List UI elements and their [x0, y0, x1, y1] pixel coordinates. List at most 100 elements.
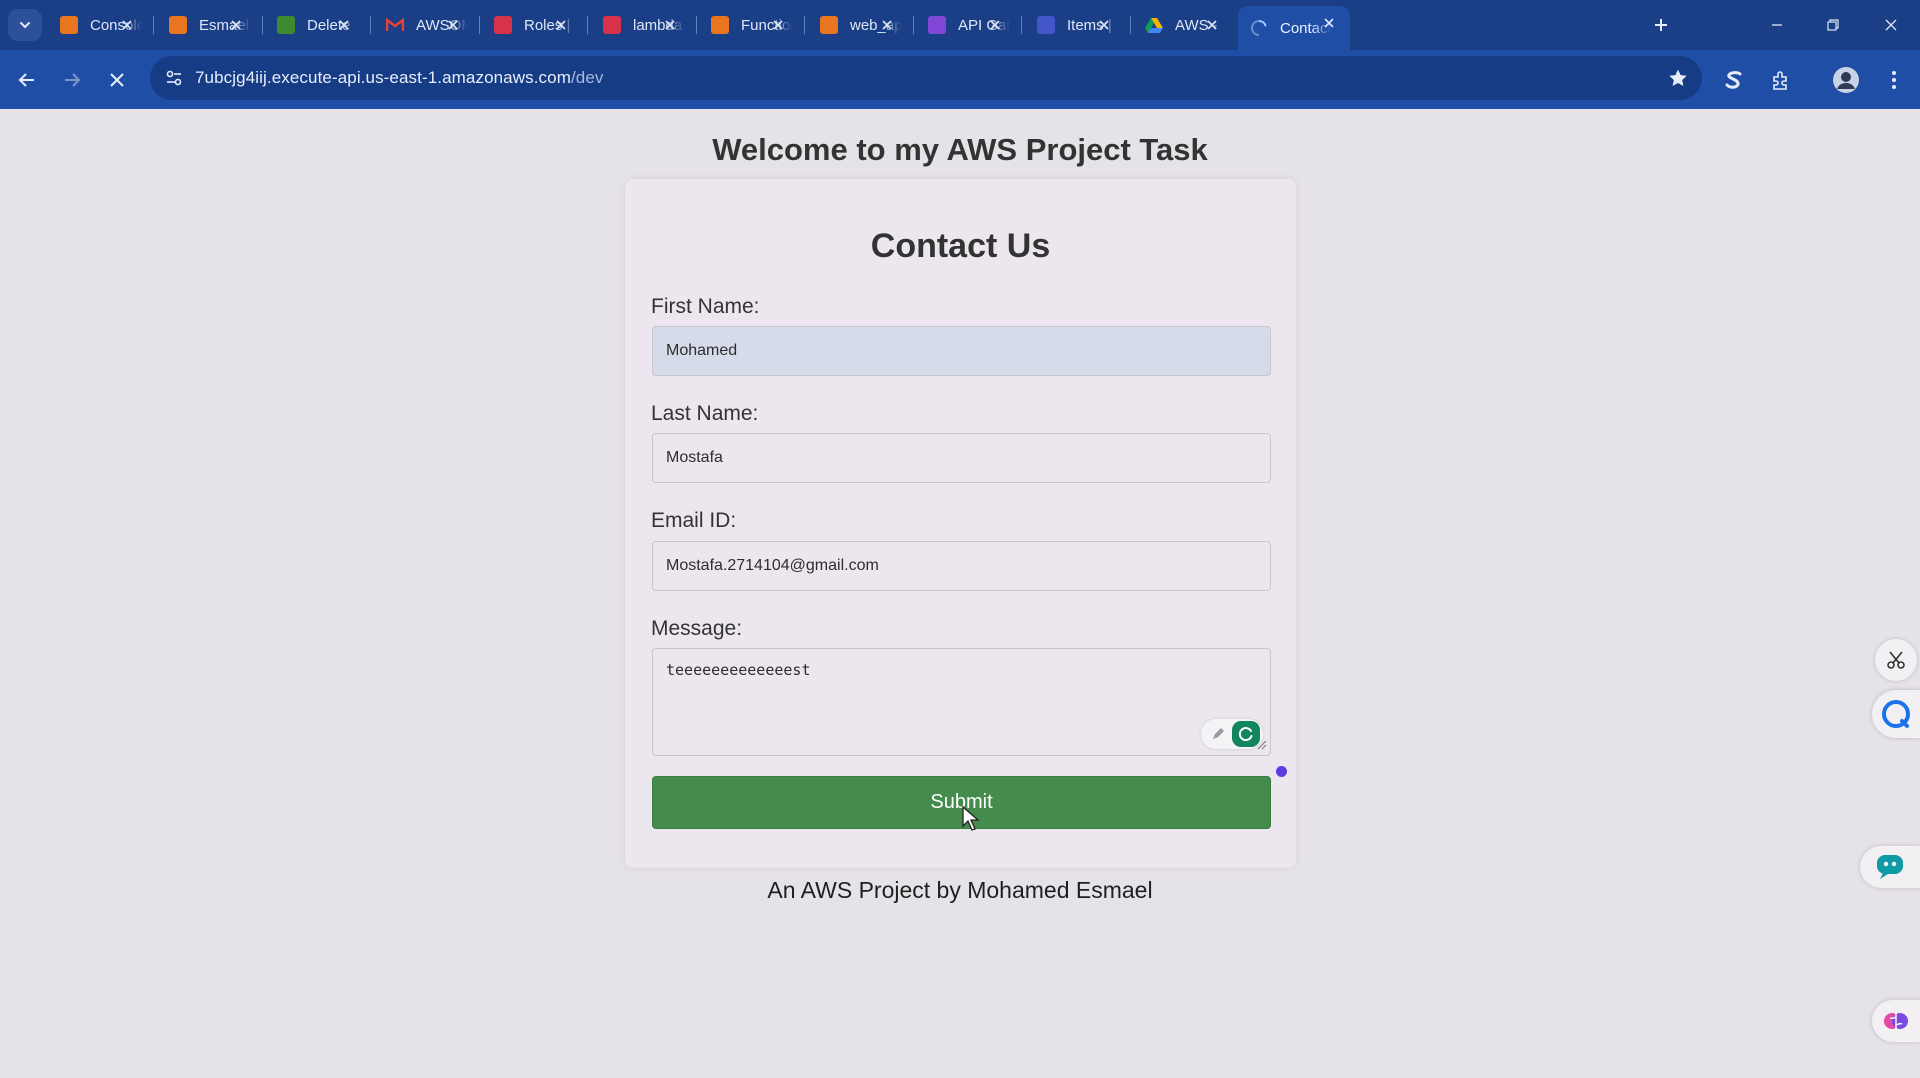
last-name-label: Last Name:	[651, 402, 759, 425]
bot-widget-button[interactable]	[1860, 846, 1920, 888]
tab-close-icon[interactable]	[878, 16, 896, 34]
arrow-right-icon	[65, 73, 81, 87]
dynamodb-icon	[1037, 16, 1055, 34]
tab-separator	[153, 16, 154, 34]
lambda-icon	[820, 16, 838, 34]
status-dot	[1276, 766, 1287, 777]
aws-console-icon	[60, 16, 78, 34]
tab-strip: Console Home EsmaelDelete AWSOMRoles | lamb…	[0, 0, 1920, 50]
scissors-widget-button[interactable]	[1875, 639, 1917, 681]
grammar-check-icon[interactable]	[1232, 721, 1260, 747]
drive-icon	[1145, 16, 1163, 34]
first-name-input[interactable]	[652, 326, 1271, 376]
loading-spinner-icon	[1250, 19, 1268, 37]
url-path: /dev	[570, 68, 604, 87]
chat-bubble-icon	[1882, 700, 1910, 728]
close-icon	[1885, 19, 1897, 31]
address-bar[interactable]: 7ubcjg4iij.execute-api.us-east-1.amazona…	[150, 56, 1702, 100]
api-gateway-icon	[928, 16, 946, 34]
page-heading: Welcome to my AWS Project Task	[712, 132, 1208, 167]
footer-credit: An AWS Project by Mohamed Esmael	[767, 877, 1153, 903]
browser-tab[interactable]: Console Home	[48, 8, 148, 42]
browser-tab[interactable]: AWSOM	[374, 8, 474, 42]
tab-separator	[479, 16, 480, 34]
tab-separator	[587, 16, 588, 34]
browser-tab[interactable]: Functions	[699, 8, 799, 42]
browser-toolbar: 7ubcjg4iij.execute-api.us-east-1.amazona…	[0, 50, 1920, 109]
browser-tab[interactable]: Esmael	[157, 8, 257, 42]
message-textarea[interactable]: teeeeeeeeeeeeest	[652, 648, 1271, 756]
tab-separator	[696, 16, 697, 34]
url-text[interactable]: 7ubcjg4iij.execute-api.us-east-1.amazona…	[195, 68, 604, 88]
tab-separator	[370, 16, 371, 34]
tab-close-icon[interactable]	[444, 16, 462, 34]
resize-handle-icon[interactable]	[1257, 740, 1267, 750]
s3-icon	[277, 16, 295, 34]
email-input[interactable]	[652, 541, 1271, 591]
bot-chat-icon	[1877, 855, 1903, 879]
tab-close-icon[interactable]	[335, 16, 353, 34]
iam-icon	[603, 16, 621, 34]
browser-tab[interactable]: Contact	[1238, 6, 1350, 50]
tab-close-icon[interactable]	[227, 16, 245, 34]
scissors-icon	[1887, 651, 1905, 669]
tab-close-icon[interactable]	[118, 16, 136, 34]
tab-separator	[1021, 16, 1022, 34]
tab-separator	[913, 16, 914, 34]
tab-close-icon[interactable]	[1095, 16, 1113, 34]
chat-assistant-button[interactable]	[1872, 690, 1920, 738]
pen-icon[interactable]	[1210, 726, 1226, 742]
last-name-input[interactable]	[652, 433, 1271, 483]
stop-loading-button[interactable]	[100, 63, 134, 97]
contact-form-card: Contact Us First Name: Last Name: Email …	[625, 179, 1296, 868]
profile-avatar-icon[interactable]	[1829, 63, 1863, 97]
browser-tab[interactable]: Roles |	[482, 8, 582, 42]
lambda-icon	[711, 16, 729, 34]
tab-separator	[1130, 16, 1131, 34]
ai-brain-widget-button[interactable]	[1872, 1000, 1920, 1042]
extension-s-icon[interactable]	[1717, 63, 1751, 97]
browser-tab[interactable]: lambda	[591, 8, 691, 42]
tab-close-icon[interactable]	[769, 16, 787, 34]
site-info-icon[interactable]	[162, 66, 186, 90]
restore-button[interactable]	[1810, 10, 1856, 40]
tab-close-icon[interactable]	[1320, 14, 1338, 32]
browser-tab[interactable]: web_app	[808, 8, 908, 42]
bookmark-star-icon[interactable]	[1666, 66, 1690, 90]
forward-button[interactable]	[55, 63, 89, 97]
new-tab-button[interactable]	[1648, 12, 1674, 38]
lambda-icon	[169, 16, 187, 34]
iam-icon	[494, 16, 512, 34]
close-window-button[interactable]	[1868, 10, 1914, 40]
browser-tab[interactable]: AWS -	[1133, 8, 1233, 42]
tab-close-icon[interactable]	[552, 16, 570, 34]
minimize-icon	[1772, 24, 1782, 26]
browser-tab[interactable]: API Gateway	[916, 8, 1016, 42]
arrow-left-icon	[18, 73, 34, 87]
message-label: Message:	[651, 617, 743, 640]
tab-separator	[804, 16, 805, 34]
email-label: Email ID:	[651, 509, 737, 532]
form-title: Contact Us	[870, 227, 1051, 265]
tab-separator	[262, 16, 263, 34]
plus-icon	[1655, 19, 1667, 31]
browser-tab[interactable]: Items |	[1025, 8, 1125, 42]
mouse-cursor-icon	[962, 806, 980, 831]
tab-close-icon[interactable]	[661, 16, 679, 34]
gmail-icon	[386, 16, 404, 34]
url-host: 7ubcjg4iij.execute-api.us-east-1.amazona…	[195, 68, 571, 87]
minimize-button[interactable]	[1754, 10, 1800, 40]
tab-close-icon[interactable]	[986, 16, 1004, 34]
extensions-puzzle-icon[interactable]	[1764, 63, 1798, 97]
close-icon	[110, 73, 124, 87]
browser-tab[interactable]: Delete	[265, 8, 365, 42]
chevron-down-icon	[20, 22, 30, 29]
restore-icon	[1827, 19, 1839, 31]
tab-close-icon[interactable]	[1203, 16, 1221, 34]
menu-kebab-icon[interactable]	[1877, 63, 1911, 97]
writing-assistant-widget[interactable]	[1201, 719, 1263, 749]
back-button[interactable]	[10, 63, 44, 97]
tab-search-button[interactable]	[8, 9, 42, 41]
brain-icon	[1884, 1013, 1908, 1029]
first-name-label: First Name:	[651, 295, 760, 318]
